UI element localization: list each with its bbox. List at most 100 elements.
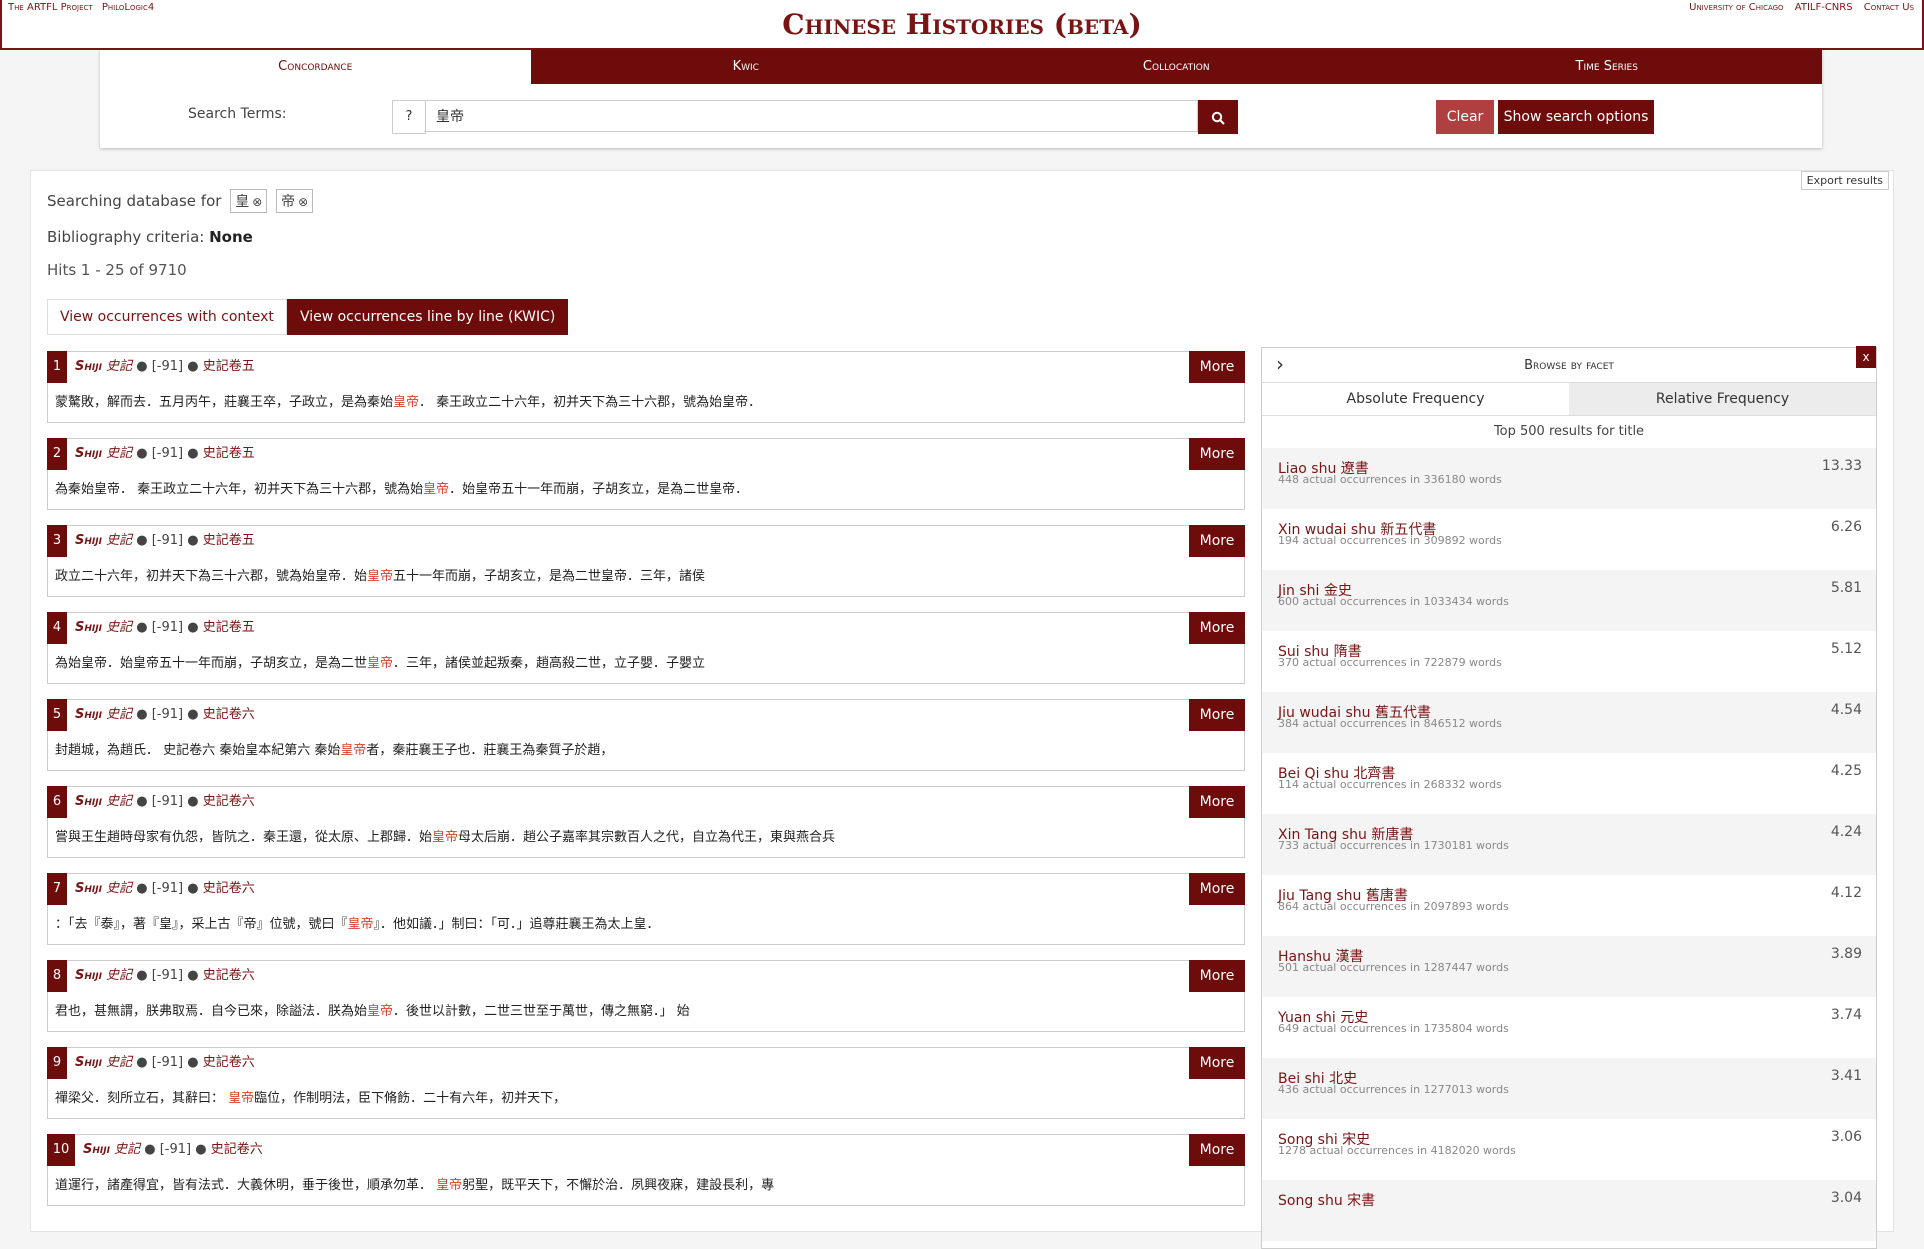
volume-link[interactable]: 史記卷六 <box>203 881 255 896</box>
volume-link[interactable]: 史記卷五 <box>203 620 255 635</box>
keyword[interactable]: 皇帝 <box>367 656 393 671</box>
more-button[interactable]: More <box>1189 699 1245 731</box>
clear-button[interactable]: Clear <box>1436 100 1494 134</box>
search-help-button[interactable]: ? <box>392 100 426 134</box>
hit-citation[interactable]: Shiji 史記 ● [-91] ● 史記卷六 <box>75 1047 255 1079</box>
keyword[interactable]: 皇帝 <box>228 1091 254 1106</box>
hit-citation[interactable]: Shiji 史記 ● [-91] ● 史記卷六 <box>75 786 255 818</box>
facet-title-link[interactable]: Song shu 宋書 <box>1278 1190 1375 1210</box>
hit-citation[interactable]: Shiji 史記 ● [-91] ● 史記卷五 <box>75 438 255 470</box>
book-title[interactable]: Shiji <box>75 446 102 461</box>
book-title-zh[interactable]: 史記 <box>106 446 132 461</box>
book-title[interactable]: Shiji <box>75 794 102 809</box>
hit-citation[interactable]: Shiji 史記 ● [-91] ● 史記卷六 <box>83 1134 263 1166</box>
volume-link[interactable]: 史記卷六 <box>203 1055 255 1070</box>
hit-date: [-91] <box>151 446 184 461</box>
book-title-zh[interactable]: 史記 <box>114 1142 140 1157</box>
book-title[interactable]: Shiji <box>75 881 102 896</box>
search-term-chip[interactable]: 帝 ⊗ <box>276 189 314 213</box>
atilf-link[interactable]: ATILF-CNRS <box>1795 2 1853 13</box>
volume-link[interactable]: 史記卷六 <box>211 1142 263 1157</box>
book-title[interactable]: Shiji <box>75 968 102 983</box>
more-button[interactable]: More <box>1189 438 1245 470</box>
facet-results-label: Top 500 results for title <box>1493 424 1645 439</box>
keyword[interactable]: 皇帝 <box>432 830 458 845</box>
tab-collocation[interactable]: Collocation <box>961 50 1392 84</box>
search-button[interactable] <box>1198 100 1238 134</box>
more-button[interactable]: More <box>1189 612 1245 644</box>
book-title[interactable]: Shiji <box>75 359 102 374</box>
facet-row: Yuan shi 元史 649 actual occurrences in 173… <box>1262 997 1876 1058</box>
facet-row: Sui shu 隋書 370 actual occurrences in 7228… <box>1262 631 1876 692</box>
bullet: ● <box>136 707 148 722</box>
remove-term-icon[interactable]: ⊗ <box>252 195 262 209</box>
volume-link[interactable]: 史記卷五 <box>203 359 255 374</box>
more-button[interactable]: More <box>1189 525 1245 557</box>
contact-link[interactable]: Contact Us <box>1864 2 1914 13</box>
book-title-zh[interactable]: 史記 <box>106 707 132 722</box>
book-title-zh[interactable]: 史記 <box>106 881 132 896</box>
more-button[interactable]: More <box>1189 1047 1245 1079</box>
view-context-button[interactable]: View occurrences with context <box>47 299 287 335</box>
volume-link[interactable]: 史記卷六 <box>203 707 255 722</box>
hit-citation[interactable]: Shiji 史記 ● [-91] ● 史記卷五 <box>75 351 255 383</box>
hit-text: 為秦始皇帝． 秦王政立二十六年，初并天下為三十六郡，號為始皇帝．始皇帝五十一年而… <box>55 478 748 497</box>
volume-link[interactable]: 史記卷五 <box>203 533 255 548</box>
keyword[interactable]: 皇帝 <box>367 569 393 584</box>
more-button[interactable]: More <box>1189 873 1245 905</box>
book-title[interactable]: Shiji <box>75 707 102 722</box>
volume-link[interactable]: 史記卷五 <box>203 446 255 461</box>
context-left: 君也，甚無謂，朕弗取焉．自今已來，除謚法．朕為始 <box>55 1004 368 1019</box>
book-title-zh[interactable]: 史記 <box>106 359 132 374</box>
tab-kwic[interactable]: Kwic <box>530 50 961 84</box>
book-title[interactable]: Shiji <box>75 533 102 548</box>
more-button[interactable]: More <box>1189 960 1245 992</box>
bullet: ● <box>187 968 199 983</box>
more-button[interactable]: More <box>1189 1134 1245 1166</box>
bullet: ● <box>144 1142 156 1157</box>
tab-time-series[interactable]: Time Series <box>1391 50 1822 84</box>
keyword[interactable]: 皇帝 <box>393 395 419 410</box>
hit-citation[interactable]: Shiji 史記 ● [-91] ● 史記卷六 <box>75 960 255 992</box>
volume-link[interactable]: 史記卷六 <box>203 968 255 983</box>
keyword[interactable]: 皇帝 <box>348 917 374 932</box>
search-term-chip[interactable]: 皇 ⊗ <box>230 189 268 213</box>
keyword[interactable]: 皇帝 <box>367 1004 393 1019</box>
search-input[interactable]: 皇帝 <box>424 100 1198 132</box>
tab-absolute-frequency[interactable]: Absolute Frequency <box>1262 383 1569 415</box>
site-title[interactable]: Chinese Histories (beta) <box>2 8 1922 41</box>
hit-citation[interactable]: Shiji 史記 ● [-91] ● 史記卷六 <box>75 873 255 905</box>
book-title[interactable]: Shiji <box>75 1055 102 1070</box>
book-title-zh[interactable]: 史記 <box>106 620 132 635</box>
hit-citation[interactable]: Shiji 史記 ● [-91] ● 史記卷六 <box>75 699 255 731</box>
hit-number: 5 <box>47 699 67 731</box>
book-title-zh[interactable]: 史記 <box>106 533 132 548</box>
more-button[interactable]: More <box>1189 786 1245 818</box>
keyword[interactable]: 皇帝 <box>423 482 449 497</box>
book-title-zh[interactable]: 史記 <box>106 794 132 809</box>
book-title[interactable]: Shiji <box>75 620 102 635</box>
facet-occurrences: 600 actual occurrences in 1033434 words <box>1278 595 1509 608</box>
book-title[interactable]: Shiji <box>83 1142 110 1157</box>
tab-concordance[interactable]: Concordance <box>100 50 531 84</box>
hit-row: 5 Shiji 史記 ● [-91] ● 史記卷六 More 封趙城，為趙氏． 史記卷… <box>47 699 1245 786</box>
volume-link[interactable]: 史記卷六 <box>203 794 255 809</box>
book-title-zh[interactable]: 史記 <box>106 968 132 983</box>
uchicago-link[interactable]: University of Chicago <box>1689 2 1783 13</box>
keyword[interactable]: 皇帝 <box>340 743 366 758</box>
biblio-value: None <box>209 228 253 246</box>
view-kwic-button[interactable]: View occurrences line by line (KWIC) <box>286 299 569 335</box>
export-results-button[interactable]: Export results <box>1800 171 1889 190</box>
bullet: ● <box>187 881 199 896</box>
show-search-options-button[interactable]: Show search options <box>1498 100 1654 134</box>
remove-term-icon[interactable]: ⊗ <box>298 195 308 209</box>
book-title-zh[interactable]: 史記 <box>106 1055 132 1070</box>
keyword[interactable]: 皇帝 <box>436 1178 462 1193</box>
tab-relative-frequency[interactable]: Relative Frequency <box>1569 383 1876 415</box>
facet-close-button[interactable]: x <box>1856 346 1876 368</box>
results-panel: Export results Searching database for 皇 ⊗… <box>30 170 1894 1249</box>
more-button[interactable]: More <box>1189 351 1245 383</box>
hit-number: 10 <box>47 1134 75 1166</box>
hit-citation[interactable]: Shiji 史記 ● [-91] ● 史記卷五 <box>75 612 255 644</box>
hit-citation[interactable]: Shiji 史記 ● [-91] ● 史記卷五 <box>75 525 255 557</box>
